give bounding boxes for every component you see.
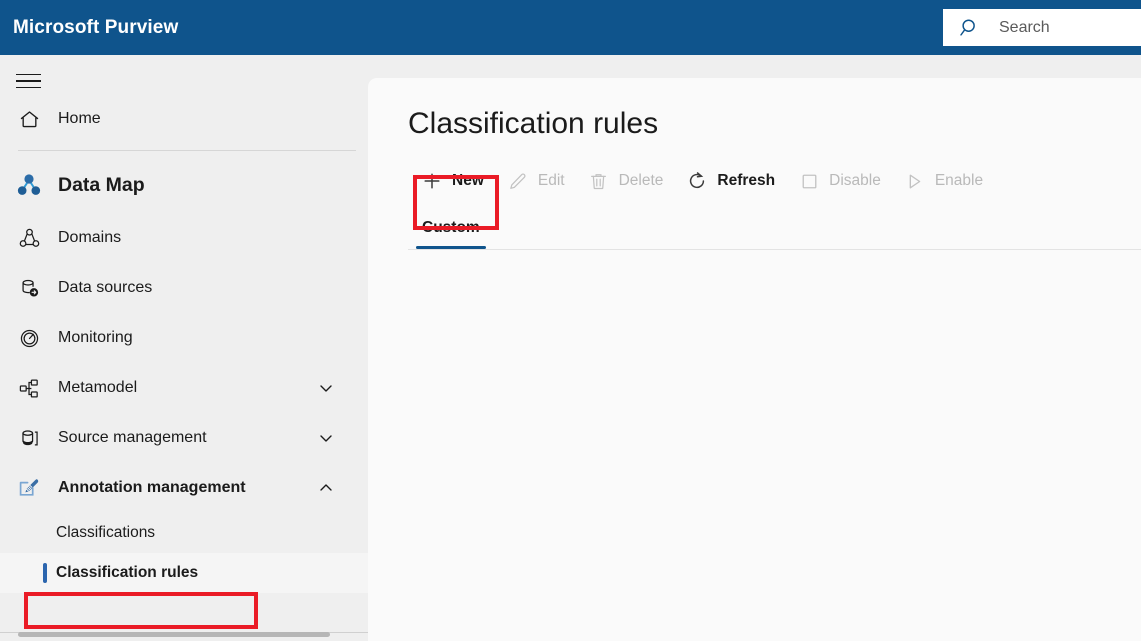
sidebar-subitem-classification-rules[interactable]: Classification rules bbox=[0, 553, 368, 593]
sidebar-subitem-classifications-label: Classifications bbox=[56, 524, 156, 541]
new-button-label: New bbox=[452, 172, 484, 189]
app-header: Microsoft Purview bbox=[0, 0, 1141, 55]
selection-indicator bbox=[43, 563, 47, 583]
chevron-up-icon[interactable] bbox=[318, 480, 334, 496]
global-search[interactable] bbox=[943, 9, 1141, 46]
edit-button[interactable]: Edit bbox=[496, 161, 577, 201]
sidebar-section-data-map-label: Data Map bbox=[58, 173, 145, 196]
scrollbar-thumb[interactable] bbox=[18, 632, 330, 637]
pencil-icon bbox=[508, 171, 528, 191]
plus-icon bbox=[422, 171, 442, 191]
sidebar-item-monitoring[interactable]: Monitoring bbox=[0, 313, 368, 363]
enable-button[interactable]: Enable bbox=[893, 161, 995, 201]
sidebar-item-annotation-management[interactable]: Annotation management bbox=[0, 463, 368, 513]
sidebar-item-home[interactable]: Home bbox=[0, 94, 368, 144]
tab-strip: Custom bbox=[408, 213, 1141, 250]
new-button[interactable]: New bbox=[408, 161, 496, 201]
sidebar-divider bbox=[18, 150, 356, 151]
sidebar-item-metamodel[interactable]: Metamodel bbox=[0, 363, 368, 413]
sidebar-item-domains-label: Domains bbox=[58, 229, 122, 246]
square-icon bbox=[799, 171, 819, 191]
annotation-management-icon bbox=[16, 475, 42, 501]
main-content-panel: Classification rules New Edit Delete Ref… bbox=[368, 78, 1141, 641]
search-input[interactable] bbox=[999, 18, 1141, 37]
refresh-button-label: Refresh bbox=[717, 172, 776, 189]
sidebar-subitem-classification-rules-label: Classification rules bbox=[56, 564, 199, 581]
sidebar-item-data-sources[interactable]: Data sources bbox=[0, 263, 368, 313]
sidebar: Home Data Map Domains Data sources Monit… bbox=[0, 55, 368, 641]
tab-custom-label: Custom bbox=[422, 219, 480, 236]
disable-button[interactable]: Disable bbox=[787, 161, 893, 201]
sidebar-item-data-sources-label: Data sources bbox=[58, 279, 153, 296]
data-map-icon bbox=[16, 172, 42, 198]
disable-button-label: Disable bbox=[829, 172, 881, 189]
delete-button[interactable]: Delete bbox=[577, 161, 676, 201]
command-toolbar: New Edit Delete Refresh Disable Enable bbox=[408, 161, 1141, 201]
sidebar-section-data-map[interactable]: Data Map bbox=[0, 157, 368, 213]
chevron-down-icon[interactable] bbox=[318, 430, 334, 446]
chevron-down-icon[interactable] bbox=[318, 380, 334, 396]
sidebar-item-metamodel-label: Metamodel bbox=[58, 379, 138, 396]
monitoring-icon bbox=[16, 325, 42, 351]
page-title: Classification rules bbox=[408, 107, 659, 140]
refresh-button[interactable]: Refresh bbox=[675, 161, 787, 201]
rules-list-empty-area bbox=[368, 250, 1141, 550]
search-icon bbox=[959, 17, 981, 39]
sidebar-item-source-management-label: Source management bbox=[58, 429, 207, 446]
source-management-icon bbox=[16, 425, 42, 451]
tab-custom[interactable]: Custom bbox=[408, 213, 494, 249]
delete-button-label: Delete bbox=[618, 172, 664, 189]
trash-icon bbox=[589, 171, 609, 191]
sidebar-item-source-management[interactable]: Source management bbox=[0, 413, 368, 463]
home-icon bbox=[16, 106, 42, 132]
sidebar-item-annotation-management-label: Annotation management bbox=[58, 479, 246, 496]
play-icon bbox=[905, 171, 925, 191]
metamodel-icon bbox=[16, 375, 42, 401]
app-brand-title: Microsoft Purview bbox=[13, 16, 179, 38]
sidebar-item-domains[interactable]: Domains bbox=[0, 213, 368, 263]
edit-button-label: Edit bbox=[537, 172, 565, 189]
sidebar-horizontal-scrollbar[interactable] bbox=[0, 628, 368, 641]
data-sources-icon bbox=[16, 275, 42, 301]
sidebar-item-home-label: Home bbox=[58, 110, 101, 127]
domains-icon bbox=[16, 225, 42, 251]
sidebar-item-monitoring-label: Monitoring bbox=[58, 329, 133, 346]
refresh-icon bbox=[687, 171, 707, 191]
app-root: Microsoft Purview Home bbox=[0, 0, 1141, 641]
enable-button-label: Enable bbox=[934, 172, 984, 189]
sidebar-subitem-classifications[interactable]: Classifications bbox=[0, 513, 368, 553]
hamburger-icon[interactable] bbox=[16, 68, 44, 94]
